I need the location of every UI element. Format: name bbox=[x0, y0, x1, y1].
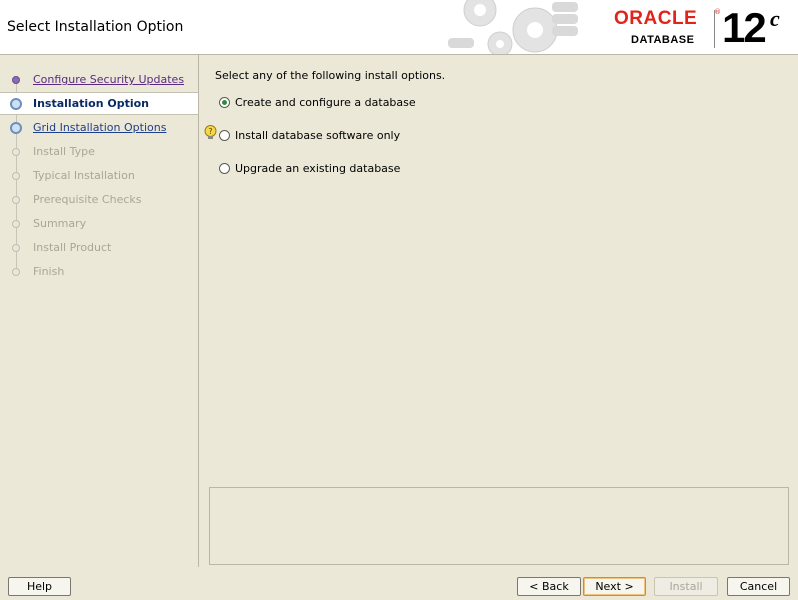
step-pending-icon bbox=[12, 196, 20, 204]
option-label[interactable]: Upgrade an existing database bbox=[235, 162, 400, 175]
lightbulb-hint-icon: ? bbox=[204, 125, 217, 139]
radio-upgrade-existing-database[interactable] bbox=[219, 163, 230, 174]
step-pending-icon bbox=[12, 244, 20, 252]
steps-sidebar: Configure Security Updates Installation … bbox=[0, 55, 199, 567]
svg-text:?: ? bbox=[208, 127, 212, 136]
step-done-icon bbox=[12, 76, 20, 84]
step-pending-icon bbox=[12, 220, 20, 228]
cancel-button[interactable]: Cancel bbox=[727, 577, 790, 596]
oracle-logo: ORACLE ® DATABASE 12 c bbox=[610, 4, 798, 54]
message-area bbox=[209, 487, 789, 565]
option-label[interactable]: Install database software only bbox=[235, 129, 400, 142]
step-pending-icon bbox=[12, 172, 20, 180]
step-prerequisite-checks: Prerequisite Checks bbox=[0, 189, 198, 211]
step-install-type: Install Type bbox=[0, 141, 198, 163]
instructions-text: Select any of the following install opti… bbox=[215, 69, 446, 82]
radio-create-configure-database[interactable] bbox=[219, 97, 230, 108]
step-label[interactable]: Grid Installation Options bbox=[33, 121, 166, 134]
version-suffix: c bbox=[770, 6, 780, 31]
header-banner: Select Installation Option ORACLE ® DATA… bbox=[0, 0, 798, 55]
page-title: Select Installation Option bbox=[7, 19, 184, 35]
step-label: Install Product bbox=[33, 241, 112, 254]
step-label: Installation Option bbox=[33, 97, 150, 110]
step-current-icon bbox=[10, 98, 22, 110]
next-button[interactable]: Next > bbox=[583, 577, 646, 596]
brand-name: ORACLE bbox=[614, 8, 698, 29]
main-panel: Select any of the following install opti… bbox=[199, 55, 798, 567]
install-button: Install bbox=[654, 577, 718, 596]
logo-divider bbox=[714, 10, 715, 48]
brand-product: DATABASE bbox=[631, 34, 695, 46]
version-number: 12 bbox=[722, 4, 767, 51]
step-label: Install Type bbox=[33, 145, 95, 158]
step-label: Summary bbox=[33, 217, 87, 230]
registered-mark-icon: ® bbox=[714, 8, 721, 16]
step-pending-icon bbox=[12, 148, 20, 156]
radio-install-software-only[interactable] bbox=[219, 130, 230, 141]
step-installation-option[interactable]: Installation Option bbox=[0, 92, 198, 115]
step-grid-installation-options[interactable]: Grid Installation Options bbox=[0, 117, 198, 139]
step-configure-security-updates[interactable]: Configure Security Updates bbox=[0, 69, 198, 91]
step-install-product: Install Product bbox=[0, 237, 198, 259]
step-label: Finish bbox=[33, 265, 65, 278]
step-pending-icon bbox=[12, 268, 20, 276]
step-link-icon bbox=[10, 122, 22, 134]
step-label: Typical Installation bbox=[33, 169, 135, 182]
footer-bar: Help < Back Next > Install Cancel bbox=[0, 567, 798, 600]
step-finish: Finish bbox=[0, 261, 198, 283]
option-label[interactable]: Create and configure a database bbox=[235, 96, 416, 109]
step-label[interactable]: Configure Security Updates bbox=[33, 73, 184, 86]
step-summary: Summary bbox=[0, 213, 198, 235]
help-button[interactable]: Help bbox=[8, 577, 71, 596]
gears-decoration-icon bbox=[448, 0, 578, 54]
back-button[interactable]: < Back bbox=[517, 577, 581, 596]
step-label: Prerequisite Checks bbox=[33, 193, 142, 206]
step-typical-installation: Typical Installation bbox=[0, 165, 198, 187]
